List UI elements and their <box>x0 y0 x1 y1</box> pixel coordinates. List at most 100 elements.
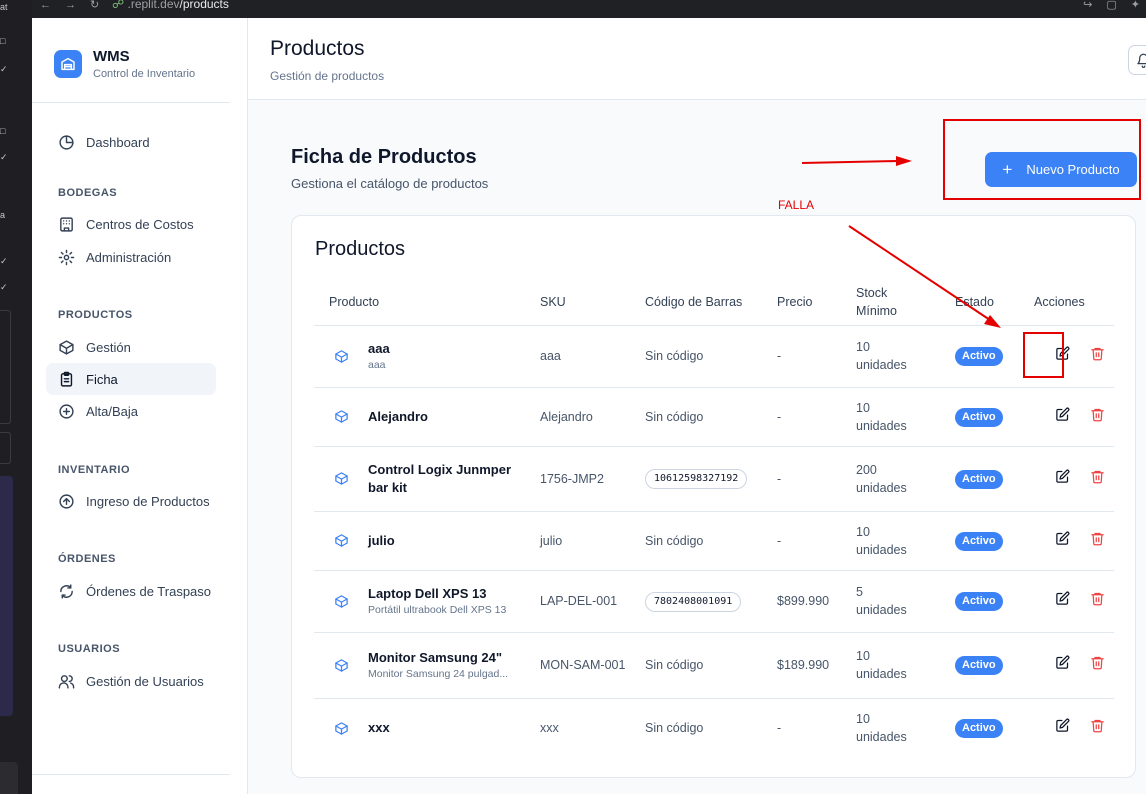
product-name[interactable]: Laptop Dell XPS 13 <box>368 585 506 603</box>
product-name[interactable]: Alejandro <box>368 408 428 426</box>
sidebar-item-label: Dashboard <box>86 134 150 150</box>
table-row: xxx xxx Sin código - 10 unidades Activo <box>314 698 1114 758</box>
sidebar-item-ingreso-productos[interactable]: Ingreso de Productos <box>46 485 216 517</box>
url-path: /products <box>179 0 229 11</box>
share-icon[interactable]: ↪ <box>1083 0 1092 11</box>
sidebar-item-label: Ingreso de Productos <box>86 493 210 509</box>
edit-icon[interactable] <box>1055 591 1070 606</box>
annotation-box-edit-icon <box>1023 332 1064 378</box>
sidebar-item-label: Administración <box>86 249 172 265</box>
brand[interactable]: WMS Control de Inventario <box>54 48 195 80</box>
stock-value: 10 unidades <box>856 400 907 433</box>
edit-button[interactable] <box>1055 469 1070 489</box>
cell-stock: 5 unidades <box>841 570 940 633</box>
os-strip-check-icon: ✓ <box>0 256 8 266</box>
cell-stock: 10 unidades <box>841 698 940 758</box>
product-name[interactable]: xxx <box>368 719 390 737</box>
sidebar-item-administracion[interactable]: Administración <box>46 241 216 273</box>
os-strip-label-mid: a <box>0 210 6 220</box>
product-name[interactable]: Monitor Samsung 24" <box>368 649 508 667</box>
sidebar-item-label: Órdenes de Traspaso <box>86 583 212 599</box>
trash-icon[interactable] <box>1090 469 1105 484</box>
barcode-value: Sin código <box>645 658 704 672</box>
os-strip-check-icon: ✓ <box>0 152 8 162</box>
sidebar-item-gestion-usuarios[interactable]: Gestión de Usuarios <box>46 665 216 697</box>
edit-button[interactable] <box>1055 407 1070 427</box>
product-name[interactable]: aaa <box>368 340 390 358</box>
address-bar[interactable]: ☍ .replit.dev/products <box>112 0 229 12</box>
trash-icon[interactable] <box>1090 718 1105 733</box>
edit-icon[interactable] <box>1055 407 1070 422</box>
cell-producto: Laptop Dell XPS 13 Portátil ultrabook Del… <box>314 570 525 633</box>
sidebar-item-centros-costos[interactable]: Centros de Costos <box>46 208 216 240</box>
delete-button[interactable] <box>1090 718 1105 738</box>
cell-sku: Alejandro <box>525 387 630 447</box>
column-header-producto: Producto <box>314 279 525 326</box>
package-icon <box>335 410 348 423</box>
sidebar-item-gestion[interactable]: Gestión <box>46 331 216 363</box>
edit-icon[interactable] <box>1055 655 1070 670</box>
delete-button[interactable] <box>1090 655 1105 675</box>
cell-producto: julio <box>314 511 525 571</box>
arrow-up-circle-icon <box>59 493 74 509</box>
product-name[interactable]: Control Logix Junmper bar kit <box>368 461 525 497</box>
sidebar-item-dashboard[interactable]: Dashboard <box>46 126 216 158</box>
product-name[interactable]: julio <box>368 532 395 550</box>
cell-acciones <box>1019 446 1114 512</box>
delete-button[interactable] <box>1090 469 1105 489</box>
edit-button[interactable] <box>1055 531 1070 551</box>
cell-precio: - <box>762 446 841 512</box>
product-description: aaa <box>368 359 386 371</box>
sku-value: aaa <box>540 349 561 363</box>
forward-icon[interactable]: → <box>65 0 76 11</box>
cell-estado: Activo <box>940 325 1019 388</box>
site-info-icon[interactable]: ☍ <box>112 0 124 11</box>
delete-button[interactable] <box>1090 531 1105 551</box>
status-badge: Activo <box>955 347 1003 366</box>
edit-icon[interactable] <box>1055 469 1070 484</box>
trash-icon[interactable] <box>1090 346 1105 361</box>
cell-stock: 200 unidades <box>841 446 940 512</box>
delete-button[interactable] <box>1090 407 1105 427</box>
back-icon[interactable]: ← <box>40 0 51 11</box>
screen-icon[interactable]: ▢ <box>1106 0 1116 11</box>
os-strip-icon: □ <box>0 36 6 46</box>
trash-icon[interactable] <box>1090 591 1105 606</box>
page-subtitle: Gestión de productos <box>270 69 385 83</box>
cell-acciones <box>1019 387 1114 447</box>
delete-button[interactable] <box>1090 591 1105 611</box>
edit-button[interactable] <box>1055 591 1070 611</box>
delete-button[interactable] <box>1090 346 1105 366</box>
divider <box>32 102 230 103</box>
products-table: Producto SKU Código de Barras Precio Sto… <box>314 279 1114 758</box>
edit-button[interactable] <box>1055 718 1070 738</box>
column-header-precio: Precio <box>762 279 841 326</box>
annotation-arrow-1 <box>801 160 899 164</box>
sidebar-item-alta-baja[interactable]: Alta/Baja <box>46 395 216 427</box>
price-value: - <box>777 471 782 486</box>
trash-icon[interactable] <box>1090 407 1105 422</box>
price-value: $899.990 <box>777 594 830 608</box>
cell-barcode: 7802408001091 <box>630 570 762 633</box>
status-badge: Activo <box>955 469 1003 489</box>
edit-icon[interactable] <box>1055 718 1070 733</box>
notifications-button[interactable] <box>1128 45 1146 75</box>
trash-icon[interactable] <box>1090 655 1105 670</box>
barcode-value: Sin código <box>645 409 704 424</box>
trash-icon[interactable] <box>1090 531 1105 546</box>
section-ordenes: ÓRDENES <box>58 553 116 565</box>
sidebar-item-label: Centros de Costos <box>86 216 194 232</box>
edit-button[interactable] <box>1055 655 1070 675</box>
table-row: julio julio Sin código - 10 unidades Activo <box>314 511 1114 571</box>
extension-icon[interactable]: ✦ <box>1131 0 1140 11</box>
column-header-barcode: Código de Barras <box>630 279 762 326</box>
reload-icon[interactable]: ↻ <box>90 0 99 11</box>
section-title: Ficha de Productos <box>291 146 477 168</box>
sidebar-item-ficha[interactable]: Ficha <box>46 363 216 395</box>
cell-barcode: Sin código <box>630 698 762 758</box>
cell-precio: - <box>762 387 841 447</box>
cell-producto: aaa aaa <box>314 325 525 388</box>
edit-icon[interactable] <box>1055 531 1070 546</box>
cell-sku: 1756-JMP2 <box>525 446 630 512</box>
sidebar-item-ordenes-traspaso[interactable]: Órdenes de Traspaso <box>46 575 216 607</box>
